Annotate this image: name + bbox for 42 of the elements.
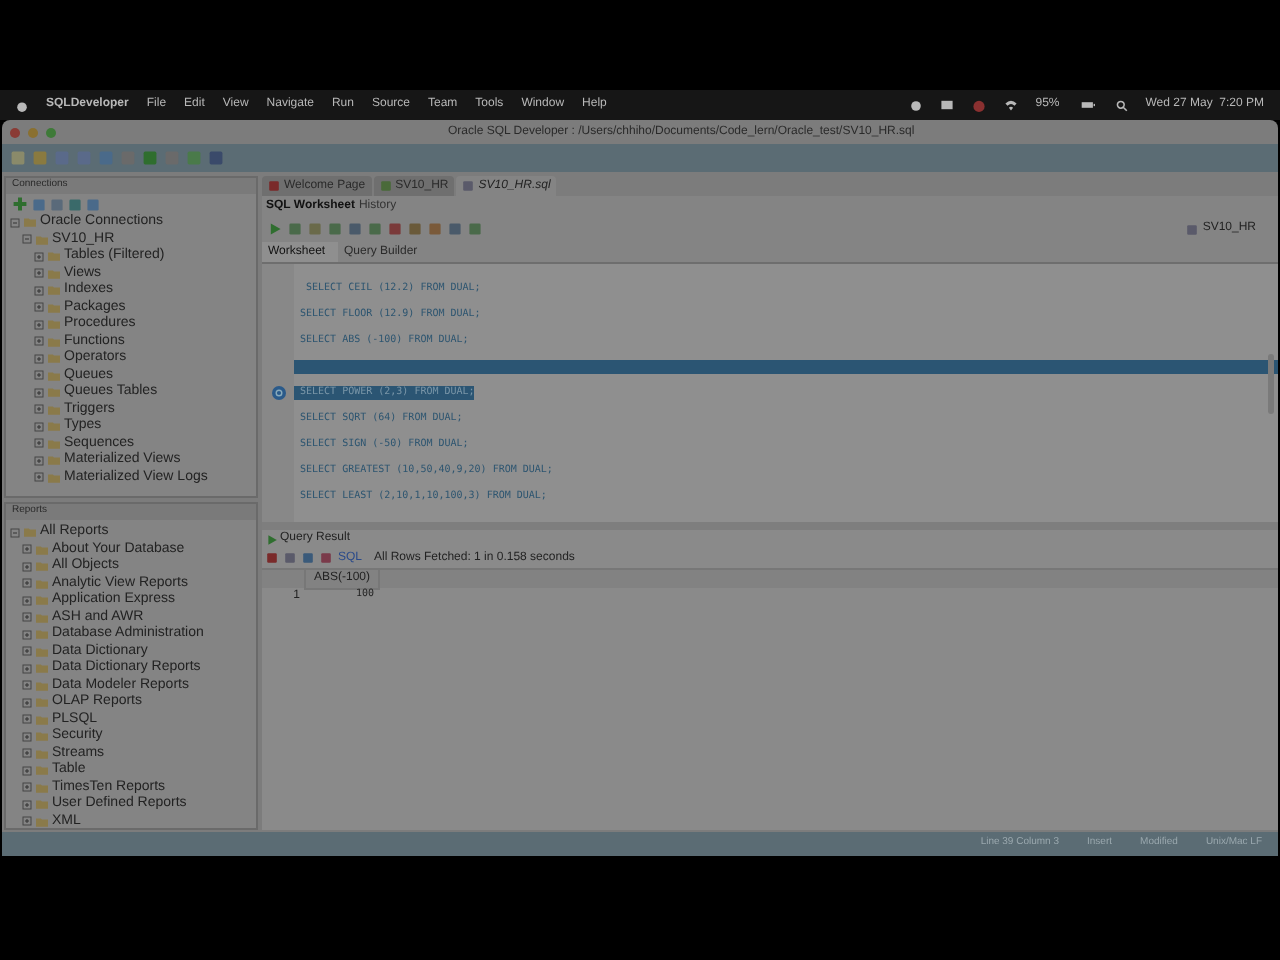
expand-icon[interactable] xyxy=(22,612,32,623)
expand-icon[interactable] xyxy=(22,748,32,759)
expand-icon[interactable] xyxy=(22,731,32,742)
expand-icon[interactable] xyxy=(22,544,32,555)
status-icon[interactable] xyxy=(939,98,954,112)
expand-icon[interactable] xyxy=(34,404,44,415)
collapse-icon[interactable] xyxy=(10,527,20,538)
expand-icon[interactable] xyxy=(22,697,32,708)
expand-icon[interactable] xyxy=(34,319,44,330)
expand-icon[interactable] xyxy=(22,714,32,725)
expand-icon[interactable] xyxy=(34,336,44,347)
expand-icon[interactable] xyxy=(22,578,32,589)
expand-icon[interactable] xyxy=(34,268,44,279)
battery-icon[interactable] xyxy=(1077,98,1098,112)
search-icon[interactable] xyxy=(1115,99,1128,111)
expand-icon[interactable] xyxy=(22,561,32,572)
wifi-icon[interactable] xyxy=(1003,98,1018,112)
expand-icon[interactable] xyxy=(34,472,44,483)
expand-icon[interactable] xyxy=(34,302,44,313)
collapse-icon[interactable] xyxy=(22,234,32,245)
expand-icon[interactable] xyxy=(34,285,44,296)
expand-icon[interactable] xyxy=(22,663,32,674)
add-icon[interactable] xyxy=(12,196,28,212)
expand-icon[interactable] xyxy=(22,799,32,810)
expand-icon[interactable] xyxy=(22,816,32,827)
expand-icon[interactable] xyxy=(22,629,32,640)
expand-icon[interactable] xyxy=(22,680,32,691)
expand-icon[interactable] xyxy=(34,421,44,432)
collapse-icon[interactable] xyxy=(10,217,20,228)
expand-icon[interactable] xyxy=(34,387,44,398)
expand-icon[interactable] xyxy=(22,765,32,776)
expand-icon[interactable] xyxy=(34,353,44,364)
status-icon[interactable] xyxy=(909,99,922,111)
expand-icon[interactable] xyxy=(22,595,32,606)
expand-icon[interactable] xyxy=(34,370,44,381)
run-icon[interactable] xyxy=(268,222,282,236)
expand-icon[interactable] xyxy=(22,782,32,793)
expand-icon[interactable] xyxy=(34,455,44,466)
expand-icon[interactable] xyxy=(22,646,32,657)
close-button[interactable] xyxy=(10,127,20,137)
expand-icon[interactable] xyxy=(34,438,44,449)
expand-icon[interactable] xyxy=(34,251,44,262)
